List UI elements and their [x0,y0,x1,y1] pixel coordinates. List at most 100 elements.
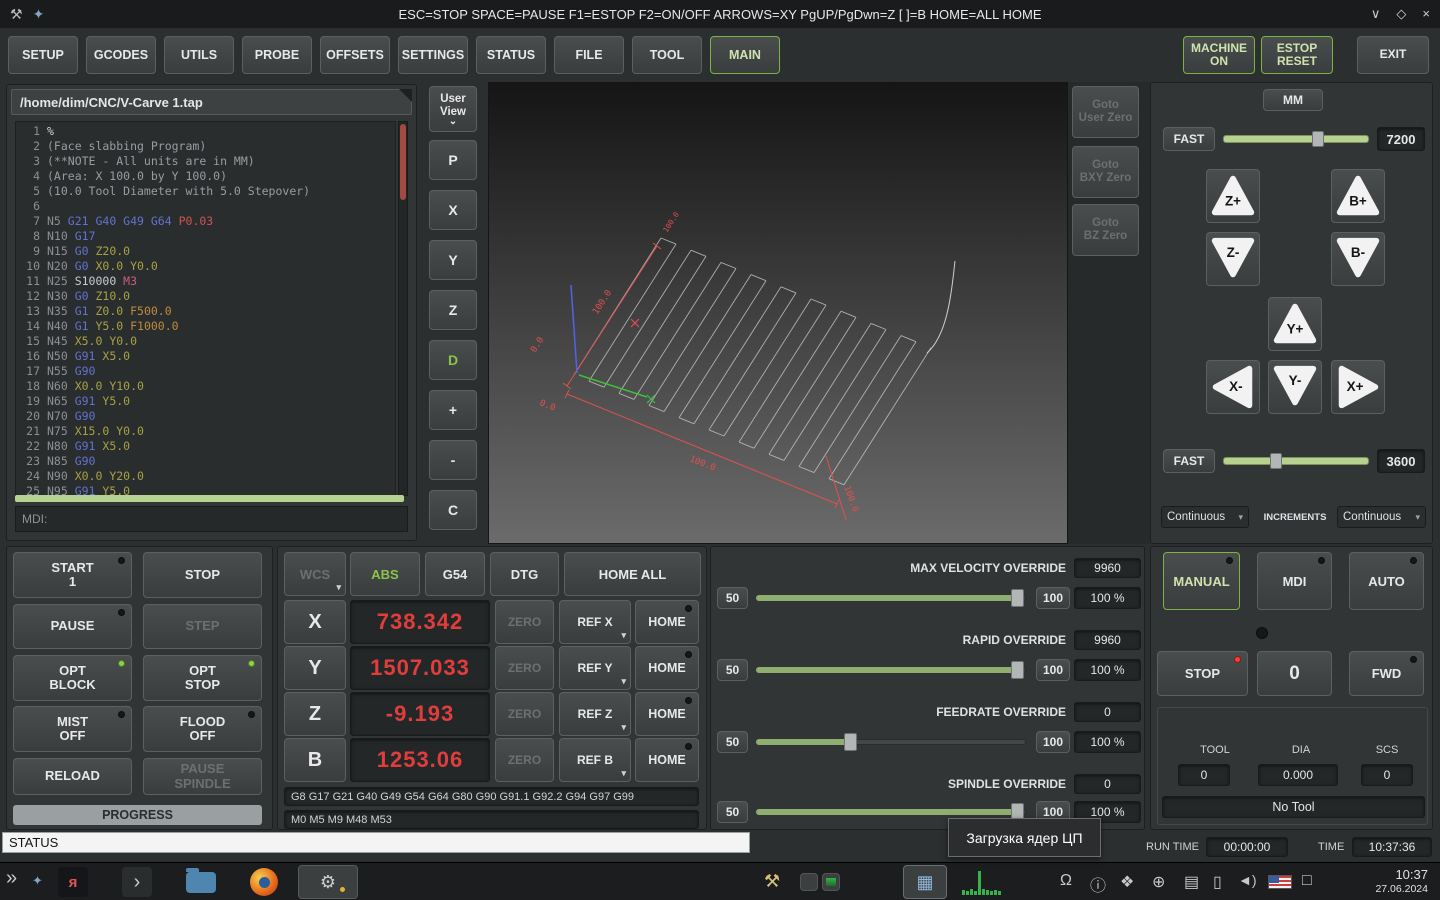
jog-y-plus-button[interactable]: Y+ [1268,297,1322,351]
jog-rotary-fast-button[interactable]: FAST [1163,449,1215,473]
cnc-app-icon[interactable]: ⚙ [298,865,358,899]
goto-bz-zero-button[interactable]: Goto BZ Zero [1072,204,1139,256]
spindle-stop-button[interactable]: STOP [1157,651,1248,696]
editor-app-icon[interactable]: я [58,867,88,897]
firefox-icon[interactable] [250,868,278,896]
home-b-button[interactable]: HOME [635,738,699,782]
pin-icon[interactable]: ✦ [33,6,45,23]
slider-handle[interactable] [1010,661,1024,679]
goto-user-zero-button[interactable]: Goto User Zero [1072,86,1139,138]
g54-button[interactable]: G54 [425,552,485,596]
jog-linear-speed-slider[interactable] [1223,131,1369,147]
axis-x-button[interactable]: X [284,600,346,644]
tray-tile2-icon[interactable] [822,873,840,891]
gcode-listing[interactable]: 1% 2 (Face slabbing Program) 3 (**NOTE - All… [15,121,396,496]
increment-select-right[interactable]: Continuous ▾ [1337,506,1426,528]
pause-spindle-button[interactable]: PAUSE SPINDLE [143,758,262,795]
feedrate-override-slider[interactable] [756,732,1026,752]
mist-off-button[interactable]: MIST OFF [13,706,132,752]
start-1-button[interactable]: START 1 [13,552,132,598]
spindle-fwd-button[interactable]: FWD [1349,651,1424,696]
network-icon[interactable]: ⊕ [1152,872,1165,892]
mode-mdi-button[interactable]: MDI [1257,552,1332,610]
wcs-button[interactable]: WCS ▾ [284,552,346,596]
estop-reset-button[interactable]: ESTOP RESET [1261,36,1333,74]
tab-status[interactable]: STATUS [476,36,546,74]
taskbar-pin-icon[interactable]: ✦ [32,873,43,889]
view-clear[interactable]: C [429,490,477,530]
jog-linear-fast-button[interactable]: FAST [1163,127,1215,151]
units-mm-button[interactable]: MM [1263,89,1323,111]
slider-handle[interactable] [1311,131,1324,147]
slider-handle[interactable] [1010,589,1024,607]
feedrate-override-min-button[interactable]: 50 [717,731,748,753]
jog-z-plus-button[interactable]: Z+ [1206,169,1260,223]
zero-x-button[interactable]: ZERO [495,600,554,644]
view-p[interactable]: P [429,140,477,180]
clipboard-icon[interactable]: ▤ [1184,872,1199,892]
tab-probe[interactable]: PROBE [242,36,312,74]
abs-button[interactable]: ABS [350,552,420,596]
goto-bxy-zero-button[interactable]: Goto BXY Zero [1072,146,1139,198]
jog-x-plus-button[interactable]: X+ [1331,360,1385,414]
tray-tile-icon[interactable] [800,873,818,891]
reload-button[interactable]: RELOAD [13,758,132,795]
cpu-tray-icon[interactable]: ▦ [903,865,947,899]
flood-off-button[interactable]: FLOOD OFF [143,706,262,752]
feedrate-override-max-button[interactable]: 100 [1036,731,1070,753]
ref-z-button[interactable]: REF Z ▾ [559,692,631,736]
keyboard-layout-flag[interactable] [1268,875,1292,889]
machine-on-button[interactable]: MACHINE ON [1183,36,1255,74]
tab-utils[interactable]: UTILS [164,36,234,74]
gcode-horizontal-scrollbar[interactable] [15,495,404,502]
opt-block-button[interactable]: OPT BLOCK [13,655,132,701]
home-x-button[interactable]: HOME [635,600,699,644]
exit-button[interactable]: EXIT [1357,36,1429,74]
cpu-load-graph[interactable] [962,871,1002,895]
file-manager-icon[interactable] [186,868,216,893]
step-button[interactable]: STEP [143,604,262,649]
slider-handle[interactable] [1269,453,1282,469]
scrollbar-thumb[interactable] [400,124,406,200]
dtg-button[interactable]: DTG [490,552,559,596]
zero-y-button[interactable]: ZERO [495,646,554,690]
indicator-icon[interactable]: ❖ [1120,872,1134,892]
view-zoom-in[interactable]: + [429,390,477,430]
home-y-button[interactable]: HOME [635,646,699,690]
gcode-vertical-scrollbar[interactable] [398,121,408,496]
info-icon[interactable]: ⓘ [1090,872,1106,896]
zero-z-button[interactable]: ZERO [495,692,554,736]
max-velocity-override-max-button[interactable]: 100 [1036,587,1070,609]
zero-b-button[interactable]: ZERO [495,738,554,782]
device-icon[interactable]: ▯ [1213,872,1222,892]
tab-setup[interactable]: SETUP [8,36,78,74]
bell-icon[interactable]: Ω [1060,872,1072,890]
pause-button[interactable]: PAUSE [13,604,132,649]
axis-b-button[interactable]: B [284,738,346,782]
jog-b-plus-button[interactable]: B+ [1331,169,1385,223]
max-velocity-override-min-button[interactable]: 50 [717,587,748,609]
rapid-override-slider[interactable] [756,660,1026,680]
mill-tray-icon[interactable]: ⚒ [764,871,780,892]
taskbar-clock[interactable]: 10:37 27.06.2024 [1332,867,1428,896]
stop-button[interactable]: STOP [143,552,262,598]
toolpath-preview[interactable]: 100.0 100.0 100.0 100.0 0.0 0.0 [488,82,1068,544]
ref-b-button[interactable]: REF B ▾ [559,738,631,782]
run-app-icon[interactable]: › [122,867,152,897]
tab-gcodes[interactable]: GCODES [86,36,156,74]
axis-y-button[interactable]: Y [284,646,346,690]
view-dimensions[interactable]: D [429,340,477,380]
jog-z-minus-button[interactable]: Z- [1206,232,1260,286]
axis-z-button[interactable]: Z [284,692,346,736]
rapid-override-max-button[interactable]: 100 [1036,659,1070,681]
tab-tool[interactable]: TOOL [632,36,702,74]
taskbar-overflow-icon[interactable]: » [6,867,17,890]
spindle-speed-button[interactable]: 0 [1257,651,1332,696]
tab-offsets[interactable]: OFFSETS [320,36,390,74]
mode-auto-button[interactable]: AUTO [1349,552,1424,610]
view-zoom-out[interactable]: - [429,440,477,480]
display-icon[interactable]: □ [1302,872,1312,890]
tab-file[interactable]: FILE [554,36,624,74]
jog-rotary-speed-slider[interactable] [1223,453,1369,469]
opt-stop-button[interactable]: OPT STOP [143,655,262,701]
